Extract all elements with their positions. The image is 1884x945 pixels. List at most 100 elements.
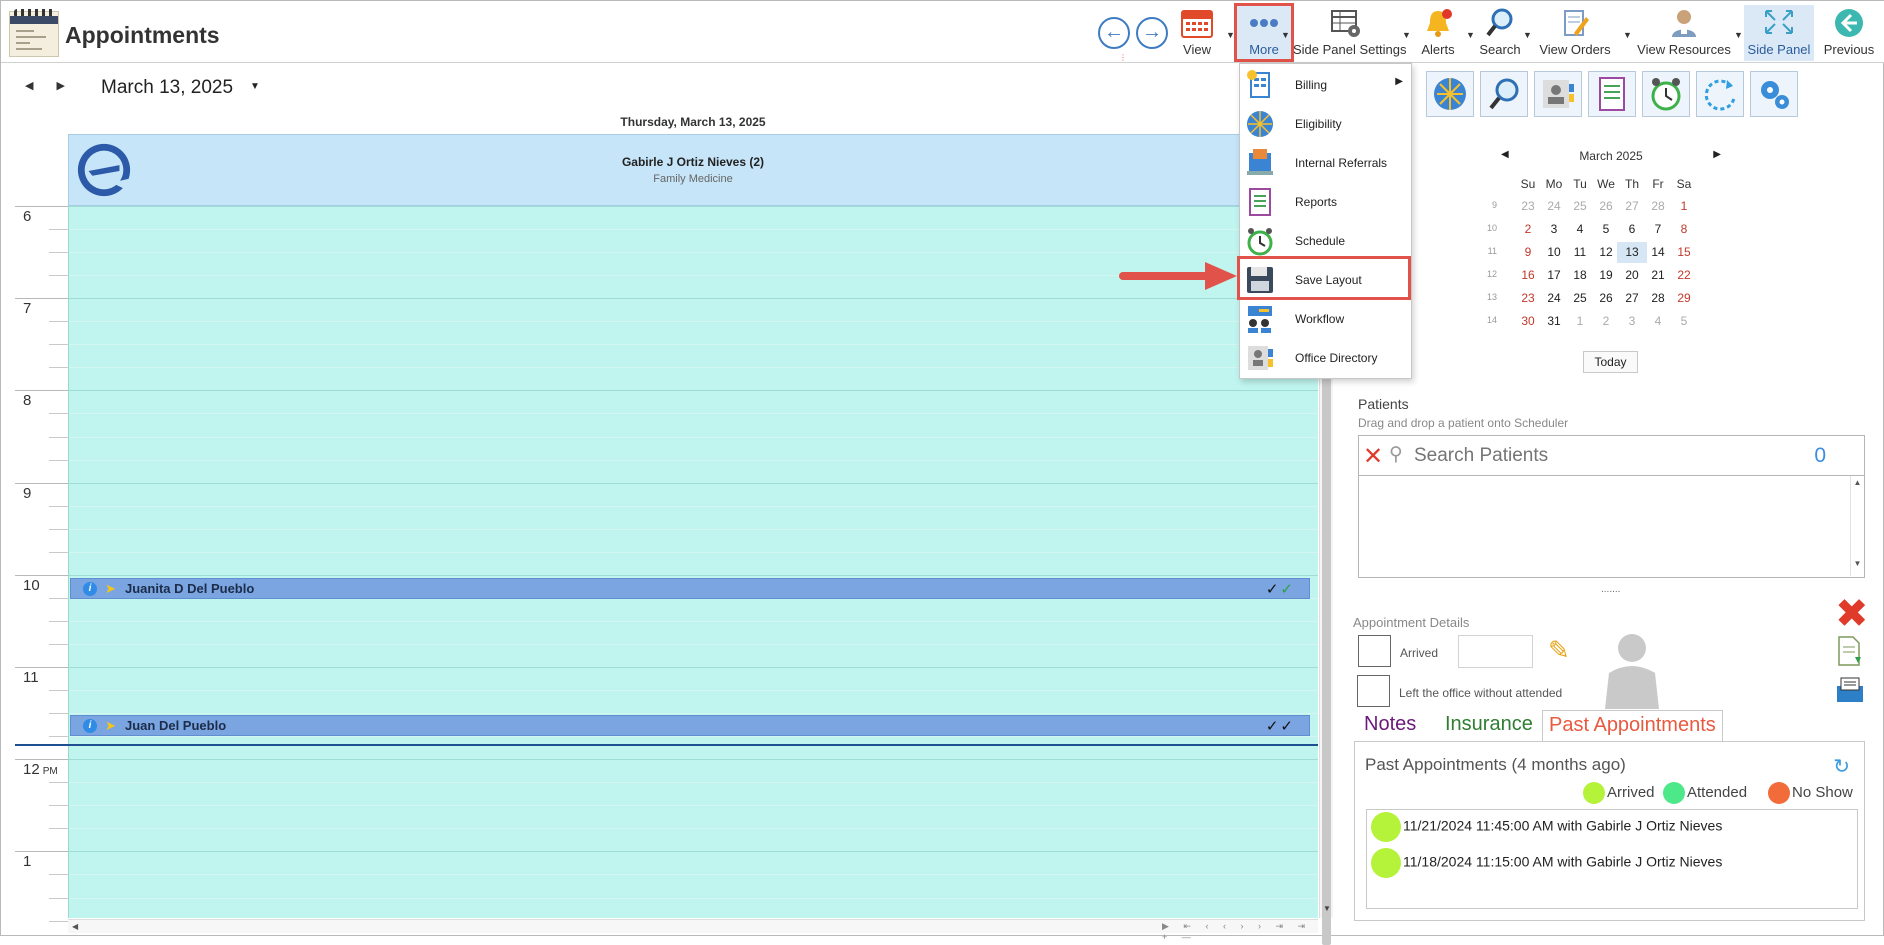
scheduler-horizontal-scrollbar[interactable]: ◀ ▶ ⇤ ‹ ‹ › › ⇥ ⇥ + — bbox=[68, 919, 1318, 942]
quarter-tick bbox=[49, 436, 68, 438]
side-panel-label: Side Panel bbox=[1747, 42, 1811, 57]
detail-tabs: Notes Insurance Past Appointments bbox=[1358, 710, 1865, 743]
arrived-time-field[interactable] bbox=[1458, 635, 1533, 668]
quarter-gridline bbox=[69, 436, 1318, 438]
side-panel-settings-button[interactable]: Side Panel Settings bbox=[1293, 5, 1407, 61]
menu-item-office-directory[interactable]: Office Directory bbox=[1240, 339, 1411, 378]
calendar-day[interactable]: 1 bbox=[1669, 196, 1699, 217]
quarter-tick bbox=[49, 782, 68, 784]
document-download-icon[interactable] bbox=[1835, 635, 1865, 667]
contact-card-icon bbox=[1543, 80, 1574, 108]
quarter-tick bbox=[49, 713, 68, 715]
clear-search-icon[interactable]: ✕ bbox=[1363, 442, 1383, 471]
directory-shortcut[interactable] bbox=[1534, 71, 1582, 117]
previous-button[interactable]: Previous bbox=[1819, 5, 1879, 61]
hour-gridline bbox=[69, 298, 1318, 300]
quarter-tick bbox=[49, 252, 68, 254]
list-item[interactable]: 11/21/2024 11:45:00 AM with Gabirle J Or… bbox=[1371, 812, 1851, 842]
edit-pencil-icon[interactable]: ✎ bbox=[1548, 635, 1570, 666]
appointment-block[interactable]: i ➤ Juanita D Del Pueblo ✓✓ bbox=[70, 578, 1310, 599]
panel-splitter[interactable]: ....... bbox=[1601, 584, 1620, 595]
menu-item-internal-referrals[interactable]: Internal Referrals bbox=[1240, 144, 1411, 183]
orders-caret-icon[interactable]: ▼ bbox=[1623, 30, 1632, 40]
search-button[interactable]: Search bbox=[1476, 5, 1524, 61]
nav-indicator: ⋮ bbox=[1119, 53, 1127, 62]
today-button[interactable]: Today bbox=[1583, 351, 1638, 373]
calendar-next-icon[interactable]: ▶ bbox=[1713, 149, 1721, 160]
hour-gridline bbox=[69, 574, 1318, 576]
refresh-shortcut[interactable] bbox=[1696, 71, 1744, 117]
scroll-down-icon[interactable]: ▼ bbox=[1320, 904, 1334, 918]
quarter-tick bbox=[49, 874, 68, 876]
settings-caret-icon[interactable]: ▼ bbox=[1402, 30, 1411, 40]
hour-number: 1 bbox=[23, 853, 32, 871]
tab-insurance[interactable]: Insurance bbox=[1439, 710, 1539, 742]
side-panel-button[interactable]: Side Panel bbox=[1744, 5, 1814, 61]
info-icon[interactable]: i bbox=[83, 719, 97, 733]
more-caret-icon[interactable]: ▼ bbox=[1281, 30, 1290, 40]
forward-arrow-icon[interactable]: → bbox=[1136, 17, 1168, 49]
calendar-day[interactable]: 5 bbox=[1669, 311, 1699, 332]
reports-shortcut[interactable] bbox=[1588, 71, 1636, 117]
date-prev-icon[interactable]: ◀ bbox=[25, 80, 33, 92]
alerts-caret-icon[interactable]: ▼ bbox=[1466, 30, 1475, 40]
schedule-shortcut[interactable] bbox=[1642, 71, 1690, 117]
eligibility-shortcut[interactable] bbox=[1426, 71, 1474, 117]
view-button[interactable]: View bbox=[1173, 5, 1221, 61]
hour-gridline bbox=[69, 667, 1318, 668]
reports-icon bbox=[1245, 186, 1275, 218]
scheduler-grid[interactable] bbox=[68, 206, 1318, 918]
left-office-checkbox[interactable] bbox=[1357, 675, 1390, 707]
tab-past-appointments[interactable]: Past Appointments bbox=[1542, 710, 1723, 743]
delete-x-icon[interactable]: ✖ bbox=[1835, 591, 1869, 637]
hour-label: 10 bbox=[23, 577, 40, 594]
alerts-button[interactable]: Alerts bbox=[1415, 5, 1461, 61]
view-resources-label: View Resources bbox=[1637, 42, 1731, 57]
date-next-icon[interactable]: ▶ bbox=[57, 80, 65, 92]
calendar-day[interactable]: 15 bbox=[1669, 242, 1699, 263]
tab-notes[interactable]: Notes bbox=[1358, 710, 1422, 742]
quarter-gridline bbox=[69, 551, 1318, 553]
quarter-gridline bbox=[69, 828, 1318, 830]
current-date[interactable]: March 13, 2025 bbox=[101, 77, 233, 99]
quarter-tick bbox=[49, 528, 68, 530]
alarm-clock-icon bbox=[1651, 78, 1681, 111]
menu-item-workflow[interactable]: Workflow bbox=[1240, 300, 1411, 339]
view-orders-button[interactable]: View Orders bbox=[1537, 5, 1613, 61]
status-checks-icon: ✓✓ bbox=[1265, 581, 1295, 598]
settings-shortcut[interactable] bbox=[1750, 71, 1798, 117]
hour-tick bbox=[15, 390, 68, 392]
arrived-checkbox[interactable] bbox=[1358, 635, 1391, 667]
refresh-icon[interactable]: ↻ bbox=[1833, 754, 1850, 779]
patient-search-input[interactable] bbox=[1414, 443, 1744, 469]
calendar-day[interactable]: 29 bbox=[1669, 288, 1699, 309]
paging-controls[interactable]: ▶ ⇤ ‹ ‹ › › ⇥ ⇥ + — bbox=[1162, 921, 1318, 942]
info-icon[interactable]: i bbox=[83, 582, 97, 596]
inbox-tray-icon[interactable] bbox=[1835, 676, 1865, 704]
search-shortcut[interactable] bbox=[1480, 71, 1528, 117]
scroll-left-icon[interactable]: ◀ bbox=[72, 922, 78, 931]
quarter-tick bbox=[49, 597, 68, 599]
week-number: 9 bbox=[1491, 200, 1497, 210]
resources-caret-icon[interactable]: ▼ bbox=[1734, 30, 1743, 40]
appointment-details-title: Appointment Details bbox=[1353, 615, 1470, 630]
calendar-day[interactable]: 8 bbox=[1669, 219, 1699, 240]
calendar-day[interactable]: 22 bbox=[1669, 265, 1699, 286]
patient-list-scrollbar[interactable]: ▲ ▼ bbox=[1850, 476, 1864, 576]
menu-item-billing[interactable]: Billing ▶ bbox=[1240, 66, 1411, 105]
day-header: Thursday, March 13, 2025 bbox=[620, 115, 766, 129]
menu-item-reports[interactable]: Reports bbox=[1240, 183, 1411, 222]
appointment-block[interactable]: i ➤ Juan Del Pueblo ✓✓ bbox=[70, 715, 1310, 736]
patient-list[interactable]: ▲ ▼ bbox=[1358, 476, 1865, 578]
quarter-gridline bbox=[69, 505, 1318, 507]
side-panel-settings-label: Side Panel Settings bbox=[1293, 42, 1407, 57]
legend-no-show: No Show bbox=[1768, 782, 1853, 804]
menu-item-eligibility[interactable]: Eligibility bbox=[1240, 105, 1411, 144]
list-item[interactable]: 11/18/2024 11:15:00 AM with Gabirle J Or… bbox=[1371, 848, 1851, 878]
back-arrow-icon[interactable]: ← bbox=[1098, 17, 1130, 49]
view-resources-button[interactable]: View Resources bbox=[1637, 5, 1731, 61]
quarter-gridline bbox=[69, 459, 1318, 461]
date-dropdown-icon[interactable]: ▼ bbox=[250, 81, 260, 92]
search-caret-icon[interactable]: ▼ bbox=[1523, 30, 1532, 40]
previous-label: Previous bbox=[1823, 42, 1875, 57]
